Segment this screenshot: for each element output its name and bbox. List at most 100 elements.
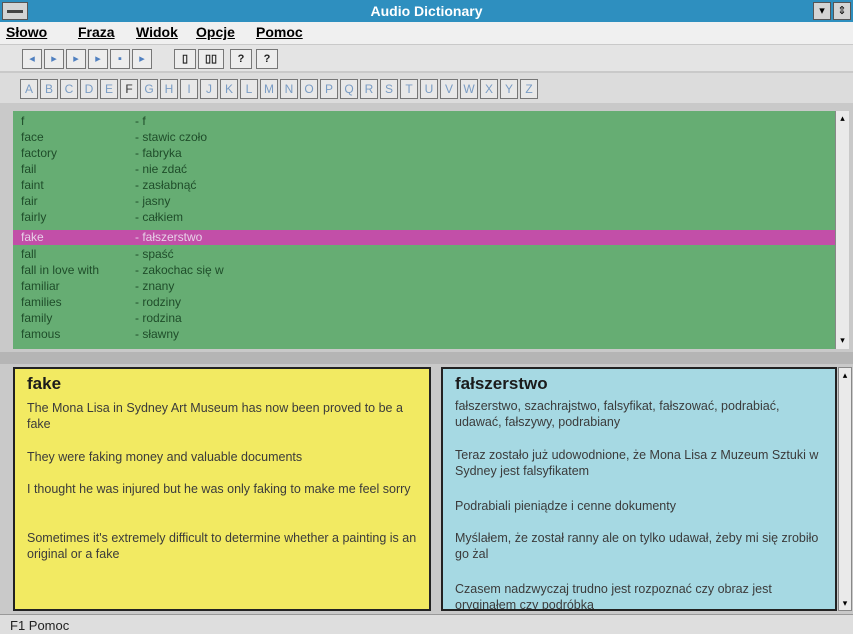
- letter-w-button[interactable]: W: [460, 79, 478, 99]
- list-item[interactable]: face - stawic czoło: [13, 130, 835, 145]
- menu-widok[interactable]: Widok: [136, 24, 178, 40]
- list-item-translation: - rodzina: [135, 311, 182, 325]
- letter-c-button[interactable]: C: [60, 79, 78, 99]
- list-item-word: family: [21, 311, 53, 325]
- list-item-word: fall in love with: [21, 263, 100, 277]
- letter-r-button[interactable]: R: [360, 79, 378, 99]
- list-item-word: fail: [21, 162, 37, 176]
- list-item-word: f: [21, 114, 25, 128]
- letter-i-button[interactable]: I: [180, 79, 198, 99]
- menu-opcje[interactable]: Opcje: [196, 24, 235, 40]
- letter-o-button[interactable]: O: [300, 79, 318, 99]
- forward-button[interactable]: ▸: [66, 49, 86, 69]
- list-item-translation: - nie zdać: [135, 162, 188, 176]
- list-item[interactable]: famous - sławny: [13, 327, 835, 342]
- letter-v-button[interactable]: V: [440, 79, 458, 99]
- letter-b-button[interactable]: B: [40, 79, 58, 99]
- next-button[interactable]: ▸: [88, 49, 108, 69]
- window-title: Audio Dictionary: [370, 3, 483, 19]
- pause-button[interactable]: ▸: [132, 49, 152, 69]
- list-item-word: face: [21, 130, 44, 144]
- letter-n-button[interactable]: N: [280, 79, 298, 99]
- rewind-button[interactable]: ◂: [22, 49, 42, 69]
- list-item-translation: - fałszerstwo: [135, 230, 203, 244]
- menu-bar: Słowo Fraza Widok Opcje Pomoc: [0, 22, 853, 44]
- polish-synonyms: fałszerstwo, szachrajstwo, falsyfikat, f…: [455, 399, 780, 429]
- letter-h-button[interactable]: H: [160, 79, 178, 99]
- letter-d-button[interactable]: D: [80, 79, 98, 99]
- english-example: Sometimes it's extremely difficult to de…: [27, 531, 417, 561]
- letter-k-button[interactable]: K: [220, 79, 238, 99]
- letter-m-button[interactable]: M: [260, 79, 278, 99]
- letter-s-button[interactable]: S: [380, 79, 398, 99]
- polish-translation-card: fałszerstwo fałszerstwo, szachrajstwo, f…: [441, 367, 837, 611]
- polish-example: Podrabiali pieniądze i cenne dokumenty: [455, 499, 676, 513]
- letter-t-button[interactable]: T: [400, 79, 418, 99]
- polish-example: Czasem nadzwyczaj trudno jest rozpoznać …: [455, 582, 772, 611]
- polish-example: Myślałem, że został ranny ale on tylko u…: [455, 531, 819, 561]
- pane-splitter[interactable]: [0, 352, 853, 364]
- context-help-button[interactable]: ?: [256, 49, 278, 69]
- list-item-translation: - f: [135, 114, 146, 128]
- toolbar: ◂ ▸ ▸ ▸ ▪ ▸ ▯ ▯▯ ? ?: [0, 45, 853, 71]
- list-item[interactable]: fairly - całkiem: [13, 210, 835, 225]
- letter-p-button[interactable]: P: [320, 79, 338, 99]
- letter-a-button[interactable]: A: [20, 79, 38, 99]
- polish-example: Teraz zostało już udowodnione, że Mona L…: [455, 448, 819, 478]
- minimize-button[interactable]: ▾: [813, 2, 831, 20]
- menu-pomoc[interactable]: Pomoc: [256, 24, 303, 40]
- help-button[interactable]: ?: [230, 49, 252, 69]
- translation-scrollbar[interactable]: ▴ ▾: [838, 367, 852, 611]
- stop-button[interactable]: ▪: [110, 49, 130, 69]
- list-item[interactable]: family - rodzina: [13, 311, 835, 326]
- list-item-translation: - zasłabnąć: [135, 178, 197, 192]
- polish-headword: fałszerstwo: [455, 374, 548, 393]
- list-item[interactable]: f- f: [13, 114, 835, 129]
- alphabet-bar: A B C D E F G H I J K L M N O P Q R S T …: [0, 73, 853, 103]
- scroll-down-icon[interactable]: ▾: [839, 596, 851, 610]
- restore-button[interactable]: ⇕: [833, 2, 851, 20]
- list-item-selected[interactable]: fake - fałszerstwo: [13, 230, 835, 245]
- list-item[interactable]: factory - fabryka: [13, 146, 835, 161]
- english-example: The Mona Lisa in Sydney Art Museum has n…: [27, 401, 403, 431]
- list-item-word: faint: [21, 178, 44, 192]
- menu-fraza[interactable]: Fraza: [78, 24, 115, 40]
- letter-l-button[interactable]: L: [240, 79, 258, 99]
- single-view-button[interactable]: ▯: [174, 49, 196, 69]
- letter-f-button[interactable]: F: [120, 79, 138, 99]
- english-definition-card: fake The Mona Lisa in Sydney Art Museum …: [13, 367, 431, 611]
- list-item[interactable]: fall - spaść: [13, 247, 835, 262]
- status-text: F1 Pomoc: [10, 618, 70, 633]
- list-item-word: fall: [21, 247, 37, 261]
- word-list: f - f face - stawic czoło factory - fabryka…: [13, 111, 835, 349]
- scroll-down-icon[interactable]: ▾: [836, 333, 849, 347]
- list-item[interactable]: fair - jasny: [13, 194, 835, 209]
- scroll-up-icon[interactable]: ▴: [839, 368, 851, 382]
- letter-z-button[interactable]: Z: [520, 79, 538, 99]
- scroll-up-icon[interactable]: ▴: [836, 111, 849, 125]
- list-item-translation: - znany: [135, 279, 175, 293]
- list-item-word: fairly: [21, 210, 47, 224]
- list-item-translation: - zakochac się w: [135, 263, 224, 277]
- letter-q-button[interactable]: Q: [340, 79, 358, 99]
- list-item-translation: - stawic czoło: [135, 130, 208, 144]
- letter-x-button[interactable]: X: [480, 79, 498, 99]
- letter-y-button[interactable]: Y: [500, 79, 518, 99]
- list-item[interactable]: families - rodziny: [13, 295, 835, 310]
- word-list-scrollbar[interactable]: ▴ ▾: [835, 111, 849, 349]
- list-item[interactable]: fail - nie zdać: [13, 162, 835, 177]
- letter-j-button[interactable]: J: [200, 79, 218, 99]
- list-item-word: famous: [21, 327, 61, 341]
- english-example: They were faking money and valuable docu…: [27, 450, 303, 464]
- list-item[interactable]: faint - zasłabnąć: [13, 178, 835, 193]
- play-button[interactable]: ▸: [44, 49, 64, 69]
- letter-g-button[interactable]: G: [140, 79, 158, 99]
- letter-u-button[interactable]: U: [420, 79, 438, 99]
- letter-e-button[interactable]: E: [100, 79, 118, 99]
- list-item-word: fake: [21, 230, 44, 244]
- menu-slowo[interactable]: Słowo: [6, 24, 47, 40]
- english-example: I thought he was injured but he was only…: [27, 482, 411, 496]
- list-item[interactable]: fall in love with - zakochac się w: [13, 263, 835, 278]
- split-view-button[interactable]: ▯▯: [198, 49, 224, 69]
- list-item[interactable]: familiar - znany: [13, 279, 835, 294]
